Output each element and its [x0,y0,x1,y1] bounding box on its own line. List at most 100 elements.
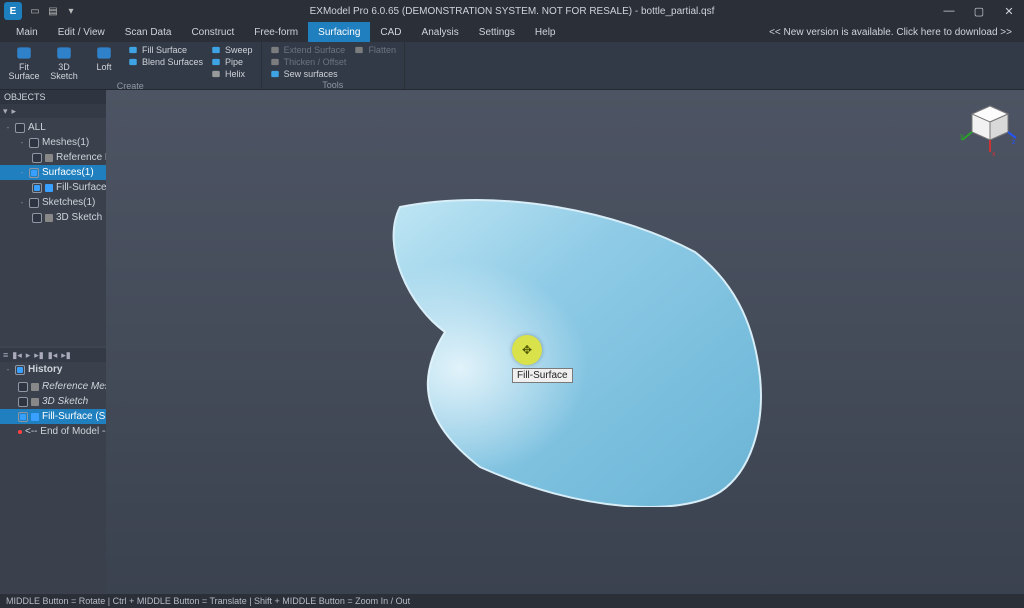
tree-label: ALL [28,122,46,133]
objects-tree[interactable]: -ALL-Meshes(1)Reference Mesh (-Surfaces(… [0,118,106,227]
step-fwd-icon[interactable]: ▸▮ [34,350,43,361]
history-check-icon[interactable] [15,365,25,375]
status-hint: MIDDLE Button = Rotate | Ctrl + MIDDLE B… [6,596,410,606]
3d-sketch-icon [53,44,75,62]
visibility-check-icon[interactable] [18,397,28,407]
tree-label: Sketches(1) [42,197,95,208]
tree-row[interactable]: -Meshes(1) [0,135,106,150]
tree-row[interactable]: Reference Mesh [0,379,106,394]
fill-surface-icon [128,45,138,55]
menu-surfacing[interactable]: Surfacing [308,22,370,42]
thicken-offset-button: Thicken / Offset [268,56,349,68]
tree-label: 3D Sketch [56,212,102,223]
play-icon[interactable]: ▸ [26,350,31,361]
visibility-check-icon[interactable] [32,153,42,163]
objects-panel-title: OBJECTS [0,90,106,104]
sweep-button[interactable]: Sweep [209,44,255,56]
visibility-check-icon[interactable] [18,382,28,392]
visibility-check-icon[interactable] [18,412,28,422]
objects-panel-toolbar[interactable]: ▾ ▸ [0,104,106,118]
thicken-offset-icon [270,57,280,67]
menu-main[interactable]: Main [6,22,48,42]
node-icon [31,413,39,421]
expand-icon[interactable]: - [18,138,26,147]
tree-row[interactable]: - Sketches(1) [0,195,106,210]
menu-cad[interactable]: CAD [370,22,411,42]
menu-settings[interactable]: Settings [469,22,525,42]
status-bar: MIDDLE Button = Rotate | Ctrl + MIDDLE B… [0,594,1024,608]
node-icon [31,398,39,406]
menu-scan-data[interactable]: Scan Data [115,22,182,42]
menu-edit-view[interactable]: Edit / View [48,22,115,42]
expand-icon[interactable]: - [4,123,12,132]
axis-gizmo[interactable]: y z x [958,100,1018,160]
flatten-button: Flatten [352,44,398,56]
history-panel: ≡ ▮◂ ▸ ▸▮ ▮◂ ▸▮ - History Reference Mesh… [0,348,106,594]
step-back-icon[interactable]: ▮◂ [12,350,21,361]
svg-text:x: x [992,151,996,158]
blend-surfaces-button[interactable]: Blend Surfaces [126,56,205,68]
window-title: EXModel Pro 6.0.65 (DEMONSTRATION SYSTEM… [310,6,715,17]
tree-row[interactable]: 3D Sketch [0,210,106,225]
tag-icon[interactable]: ▸ [12,106,17,117]
helix-icon [211,69,221,79]
tree-row[interactable]: - ALL [0,120,106,135]
visibility-check-icon[interactable] [32,213,42,223]
tree-row[interactable]: 3D Sketch [0,394,106,409]
expand-icon[interactable]: - [18,168,26,177]
visibility-check-icon[interactable] [32,183,42,193]
close-button[interactable]: ✕ [994,0,1024,22]
surface-geometry[interactable] [350,177,780,507]
menu-construct[interactable]: Construct [181,22,244,42]
tree-label: Reference Mesh ( [56,152,106,163]
viewport-3d[interactable]: ✥ Fill-Surface y z x [106,90,1024,594]
sweep-icon [211,45,221,55]
tree-label: Reference Mesh [42,381,106,392]
visibility-check-icon[interactable] [29,198,39,208]
qat-new-icon[interactable]: ▭ [27,3,43,19]
flatten-icon [354,45,364,55]
loft-button[interactable]: Loft [86,44,122,72]
tree-row[interactable]: Reference Mesh ( [0,150,106,165]
visibility-check-icon[interactable] [15,123,25,133]
visibility-check-icon[interactable] [29,138,39,148]
tree-icon[interactable]: ≡ [3,350,8,360]
expand-icon[interactable]: - [18,198,26,207]
menu-analysis[interactable]: Analysis [412,22,469,42]
tree-row[interactable]: Fill-Surface [0,180,106,195]
history-tree[interactable]: Reference Mesh 3D SketchFill-Surface (Sur… [0,377,106,441]
helix-button[interactable]: Helix [209,68,255,80]
tree-row[interactable]: -Surfaces(1) [0,165,106,180]
pipe-icon [211,57,221,67]
sew-surfaces-button[interactable]: Sew surfaces [268,68,349,80]
node-icon [45,184,53,192]
tree-row[interactable]: Fill-Surface (Surface [0,409,106,424]
extend-surface-button: Extend Surface [268,44,349,56]
node-icon [18,430,22,434]
fit-surface-button[interactable]: FitSurface [6,44,42,81]
menu-free-form[interactable]: Free-form [244,22,308,42]
ribbon: FitSurface3DSketchLoft Fill SurfaceBlend … [0,42,1024,90]
pipe-button[interactable]: Pipe [209,56,255,68]
history-title-row: - History [0,362,106,377]
qat-open-icon[interactable]: ▤ [45,3,61,19]
menu-help[interactable]: Help [525,22,566,42]
minimize-button[interactable]: — [934,0,964,22]
history-panel-toolbar[interactable]: ≡ ▮◂ ▸ ▸▮ ▮◂ ▸▮ [0,348,106,362]
first-icon[interactable]: ▮◂ [48,350,57,361]
update-notice[interactable]: << New version is available. Click here … [769,27,1018,38]
last-icon[interactable]: ▸▮ [61,350,70,361]
svg-text:z: z [1012,139,1016,146]
qat-save-icon[interactable]: ▾ [63,3,79,19]
sew-surfaces-icon [270,69,280,79]
ribbon-group-label: Tools [268,80,398,90]
hover-tooltip: Fill-Surface [512,368,573,383]
3d-sketch-button[interactable]: 3DSketch [46,44,82,81]
tree-row[interactable]: <-- End of Model -- [0,424,106,439]
objects-panel: OBJECTS ▾ ▸ -ALL-Meshes(1)Reference Mesh… [0,90,106,346]
filter-icon[interactable]: ▾ [3,106,8,117]
title-bar: E ▭ ▤ ▾ EXModel Pro 6.0.65 (DEMONSTRATIO… [0,0,1024,22]
visibility-check-icon[interactable] [29,168,39,178]
fill-surface-button[interactable]: Fill Surface [126,44,205,56]
maximize-button[interactable]: ▢ [964,0,994,22]
